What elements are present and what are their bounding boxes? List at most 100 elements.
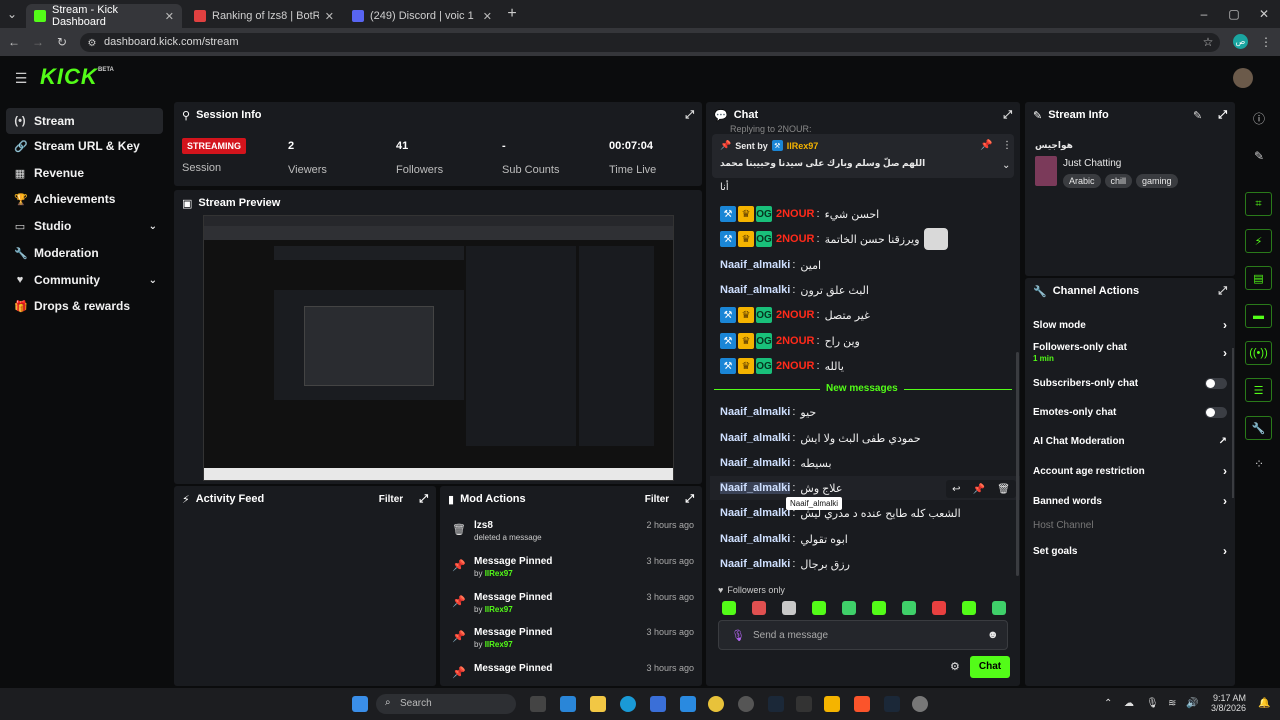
mod-user[interactable]: IlRex97 <box>485 640 513 649</box>
delete-icon[interactable]: 🗑 <box>997 484 1010 495</box>
popout-icon[interactable]: ⤢ <box>685 493 694 506</box>
chat-message[interactable]: Naaif_almalki: رزق برجال <box>720 554 850 574</box>
close-tab-icon[interactable]: ✕ <box>325 10 334 23</box>
emote-icon[interactable] <box>752 601 766 615</box>
hamburger-menu-icon[interactable]: ☰ <box>13 70 29 86</box>
filter-button[interactable]: Filter <box>645 494 669 505</box>
set-goals-action[interactable]: Set goals › <box>1031 538 1229 564</box>
popout-icon[interactable]: ⤢ <box>1218 285 1227 298</box>
chat-settings-gear-icon[interactable]: ⚙ <box>950 660 960 673</box>
sidebar-item-achievements[interactable]: 🏆 Achievements <box>6 186 163 212</box>
chat-message[interactable]: Naaif_almalki: علاج وش <box>720 478 842 498</box>
lightning-icon[interactable]: ⚡ <box>1245 229 1272 253</box>
mod-user[interactable]: IlRex97 <box>485 569 513 578</box>
windows-start-icon[interactable] <box>352 696 368 712</box>
brave-icon[interactable] <box>854 696 870 712</box>
chevron-down-icon[interactable]: ⌄ <box>1002 160 1010 171</box>
tab-search-icon[interactable]: ⌄ <box>4 6 20 22</box>
chat-message[interactable]: Naaif_almalki: ابوه تقولي <box>720 529 848 549</box>
chat-username[interactable]: Naaif_almalki <box>720 533 790 545</box>
emote-icon[interactable] <box>842 601 856 615</box>
chat-message[interactable]: ⚒ ♛ OG 2NOUR: غير متصل <box>720 305 870 325</box>
chat-username[interactable]: 2NOUR <box>776 208 815 220</box>
app-icon[interactable] <box>912 696 928 712</box>
chat-scrollbar[interactable] <box>1016 352 1019 576</box>
volume-icon[interactable]: 🔊 <box>1186 698 1198 709</box>
category-name[interactable]: Just Chatting <box>1063 158 1121 169</box>
forward-icon[interactable]: → <box>30 34 46 50</box>
chat-username[interactable]: Naaif_almalki <box>720 406 790 418</box>
chat-username[interactable]: 2NOUR <box>776 335 815 347</box>
tag[interactable]: gaming <box>1136 174 1178 188</box>
window-close-icon[interactable]: ✕ <box>1256 6 1272 22</box>
subscribers-only-toggle[interactable] <box>1205 377 1227 389</box>
category-thumbnail[interactable] <box>1035 156 1057 186</box>
popout-icon[interactable]: ⤢ <box>1218 109 1227 122</box>
filter-button[interactable]: Filter <box>379 494 403 505</box>
followers-only-action[interactable]: Followers-only chat 1 min › <box>1031 340 1229 366</box>
user-avatar[interactable] <box>1233 68 1253 88</box>
edge-icon[interactable] <box>620 696 636 712</box>
taskbar-search[interactable]: Search <box>376 694 516 714</box>
bookmark-star-icon[interactable]: ☆ <box>1200 34 1216 50</box>
sidebar-item-studio[interactable]: ▭ Studio ⌄ <box>6 213 163 239</box>
pinned-user[interactable]: IlRex97 <box>787 141 819 151</box>
kick-logo[interactable]: KICK <box>40 64 98 90</box>
pinned-message[interactable]: 📌 Sent by ⚒ IlRex97 📌 ⋮ اللهم صلّ وسلم و… <box>712 134 1014 178</box>
chat-username[interactable]: Naaif_almalki <box>720 482 791 494</box>
mod-user[interactable]: IlRex97 <box>485 605 513 614</box>
chat-input[interactable]: 🎙 Send a message ☻ <box>718 620 1008 650</box>
list-icon[interactable]: ☰ <box>1245 378 1272 402</box>
popout-icon[interactable]: ⤢ <box>419 493 428 506</box>
taskbar-clock[interactable]: 9:17 AM 3/8/2026 <box>1206 693 1246 713</box>
clipboard-icon[interactable]: ▤ <box>1245 266 1272 290</box>
tab-discord[interactable]: (249) Discord | voic 1 | shadow ✕ <box>344 4 500 28</box>
emote-icon[interactable] <box>782 601 796 615</box>
app-icon[interactable] <box>824 696 840 712</box>
chat-message[interactable]: Naaif_almalki: البث علق ترون <box>720 280 869 300</box>
chat-username[interactable]: Naaif_almalki <box>720 457 790 469</box>
emotes-only-toggle[interactable] <box>1205 406 1227 418</box>
popout-icon[interactable]: ⤢ <box>685 109 694 122</box>
chat-username[interactable]: Naaif_almalki <box>720 259 790 271</box>
emote-icon[interactable] <box>932 601 946 615</box>
layout-icon[interactable]: ⁘ <box>1251 456 1267 472</box>
site-info-icon[interactable]: ⚙ <box>84 35 100 51</box>
ai-moderation-action[interactable]: AI Chat Moderation ↗ <box>1031 428 1229 454</box>
tab-botrix[interactable]: Ranking of lzs8 | BotRix — Clo ✕ <box>186 4 342 28</box>
browser-menu-icon[interactable]: ⋮ <box>1258 34 1274 50</box>
chat-username[interactable]: Naaif_almalki <box>720 432 790 444</box>
chat-message[interactable]: ⚒ ♛ OG 2NOUR: احسن شيء <box>720 204 879 224</box>
file-explorer-icon[interactable] <box>590 696 606 712</box>
reply-icon[interactable]: ↩ <box>952 484 960 495</box>
emoji-icon[interactable]: ☻ <box>987 629 999 641</box>
send-chat-button[interactable]: Chat <box>970 656 1010 678</box>
edit-icon[interactable]: ✎ <box>1193 109 1202 122</box>
broadcast-icon[interactable]: ((•)) <box>1245 341 1272 365</box>
pin-icon[interactable]: 📌 <box>973 484 985 495</box>
scene-icon[interactable]: ⌗ <box>1245 192 1272 216</box>
sidebar-item-community[interactable]: ♥ Community ⌄ <box>6 267 163 293</box>
back-icon[interactable]: ← <box>6 34 22 50</box>
tray-chevron-icon[interactable]: ⌃ <box>1104 698 1112 709</box>
chat-message[interactable]: Naaif_almalki: امين <box>720 255 821 275</box>
chrome-icon[interactable] <box>708 696 724 712</box>
epic-games-icon[interactable] <box>796 696 812 712</box>
stream-preview-video[interactable] <box>203 215 674 481</box>
chat-username[interactable]: 2NOUR <box>776 309 815 321</box>
wifi-icon[interactable]: ≋ <box>1168 698 1176 709</box>
outlook-icon[interactable] <box>680 696 696 712</box>
close-tab-icon[interactable]: ✕ <box>165 10 174 23</box>
more-options-icon[interactable]: ⋮ <box>1002 140 1012 151</box>
chat-message[interactable]: ⚒ ♛ OG 2NOUR: يالله <box>720 356 844 376</box>
chat-message[interactable]: Naaif_almalki: بسيطه <box>720 453 832 473</box>
chat-message[interactable]: Naaif_almalki: حمودي طفى البث ولا ايش <box>720 428 921 448</box>
unpin-icon[interactable]: 📌 <box>980 140 992 151</box>
chat-username[interactable]: 2NOUR <box>776 360 815 372</box>
chat-username[interactable]: Naaif_almalki <box>720 558 790 570</box>
sidebar-item-stream-url-key[interactable]: 🔗 Stream URL & Key <box>6 133 163 159</box>
edit-icon[interactable]: ✎ <box>1251 148 1267 164</box>
subscribers-only-action[interactable]: Subscribers-only chat <box>1031 370 1229 396</box>
slow-mode-action[interactable]: Slow mode › <box>1031 312 1229 338</box>
sidebar-item-revenue[interactable]: ▦ Revenue <box>6 160 163 186</box>
